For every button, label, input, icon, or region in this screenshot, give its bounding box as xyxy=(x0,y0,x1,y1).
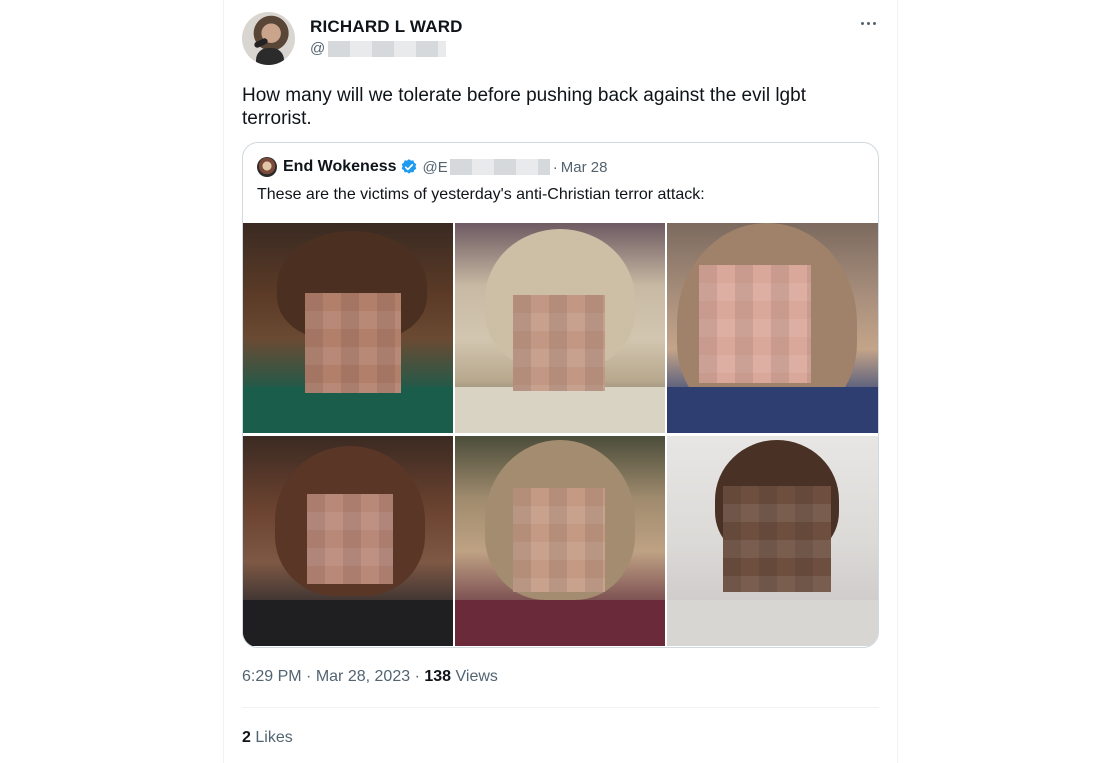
author-handle-prefix: @ xyxy=(310,40,326,57)
photo-4[interactable] xyxy=(243,436,453,646)
avatar-figure xyxy=(256,48,284,65)
divider xyxy=(242,707,879,708)
tweet-meta: 6:29 PM · Mar 28, 2023 · 138 Views xyxy=(242,668,498,686)
pixelated-face xyxy=(513,295,605,391)
author-avatar[interactable] xyxy=(242,12,295,65)
tweet-page: RICHARD L WARD @ How many will we tolera… xyxy=(0,0,1098,763)
views-count: 138 xyxy=(424,668,452,685)
photo-6[interactable] xyxy=(667,436,878,646)
quoted-author-name: End Wokeness xyxy=(283,158,397,175)
views-label: Views xyxy=(455,668,498,685)
photo-grid xyxy=(243,223,878,647)
pixelated-face xyxy=(513,488,605,592)
tweet-date[interactable]: Mar 28, 2023 xyxy=(316,668,410,685)
quoted-author-handle: @E xyxy=(422,158,448,176)
photo-5[interactable] xyxy=(455,436,665,646)
avatar-microphone xyxy=(253,37,269,49)
author-handle[interactable]: @ xyxy=(310,40,447,57)
redacted-handle xyxy=(328,40,447,57)
verified-badge-icon xyxy=(401,159,416,174)
quoted-tweet[interactable]: End Wokeness @E · Mar 28 These are the v… xyxy=(242,142,879,648)
pixelated-face xyxy=(305,293,401,393)
likes-label: Likes xyxy=(255,729,293,746)
photo-1[interactable] xyxy=(243,223,453,433)
pixelated-face xyxy=(699,265,811,383)
photo-3[interactable] xyxy=(667,223,878,433)
quoted-separator: · xyxy=(552,158,558,176)
likes-link[interactable]: 2 Likes xyxy=(242,729,293,747)
quoted-tweet-text: These are the victims of yesterday's ant… xyxy=(257,186,705,203)
more-dots-icon[interactable] xyxy=(857,12,879,34)
quoted-tweet-header: End Wokeness @E · Mar 28 xyxy=(257,157,607,177)
quoted-author-avatar xyxy=(257,157,277,177)
pixelated-face xyxy=(307,494,393,584)
tweet-time[interactable]: 6:29 PM xyxy=(242,668,302,685)
meta-separator-2: · xyxy=(414,668,420,685)
redacted-quoted-handle xyxy=(449,159,550,175)
likes-count: 2 xyxy=(242,729,251,746)
meta-separator-1: · xyxy=(306,668,312,685)
pixelated-face xyxy=(723,486,831,592)
photo-2[interactable] xyxy=(455,223,665,433)
quoted-date: Mar 28 xyxy=(560,158,608,176)
author-name[interactable]: RICHARD L WARD xyxy=(310,17,463,37)
tweet-text: How many will we tolerate before pushing… xyxy=(242,85,806,129)
